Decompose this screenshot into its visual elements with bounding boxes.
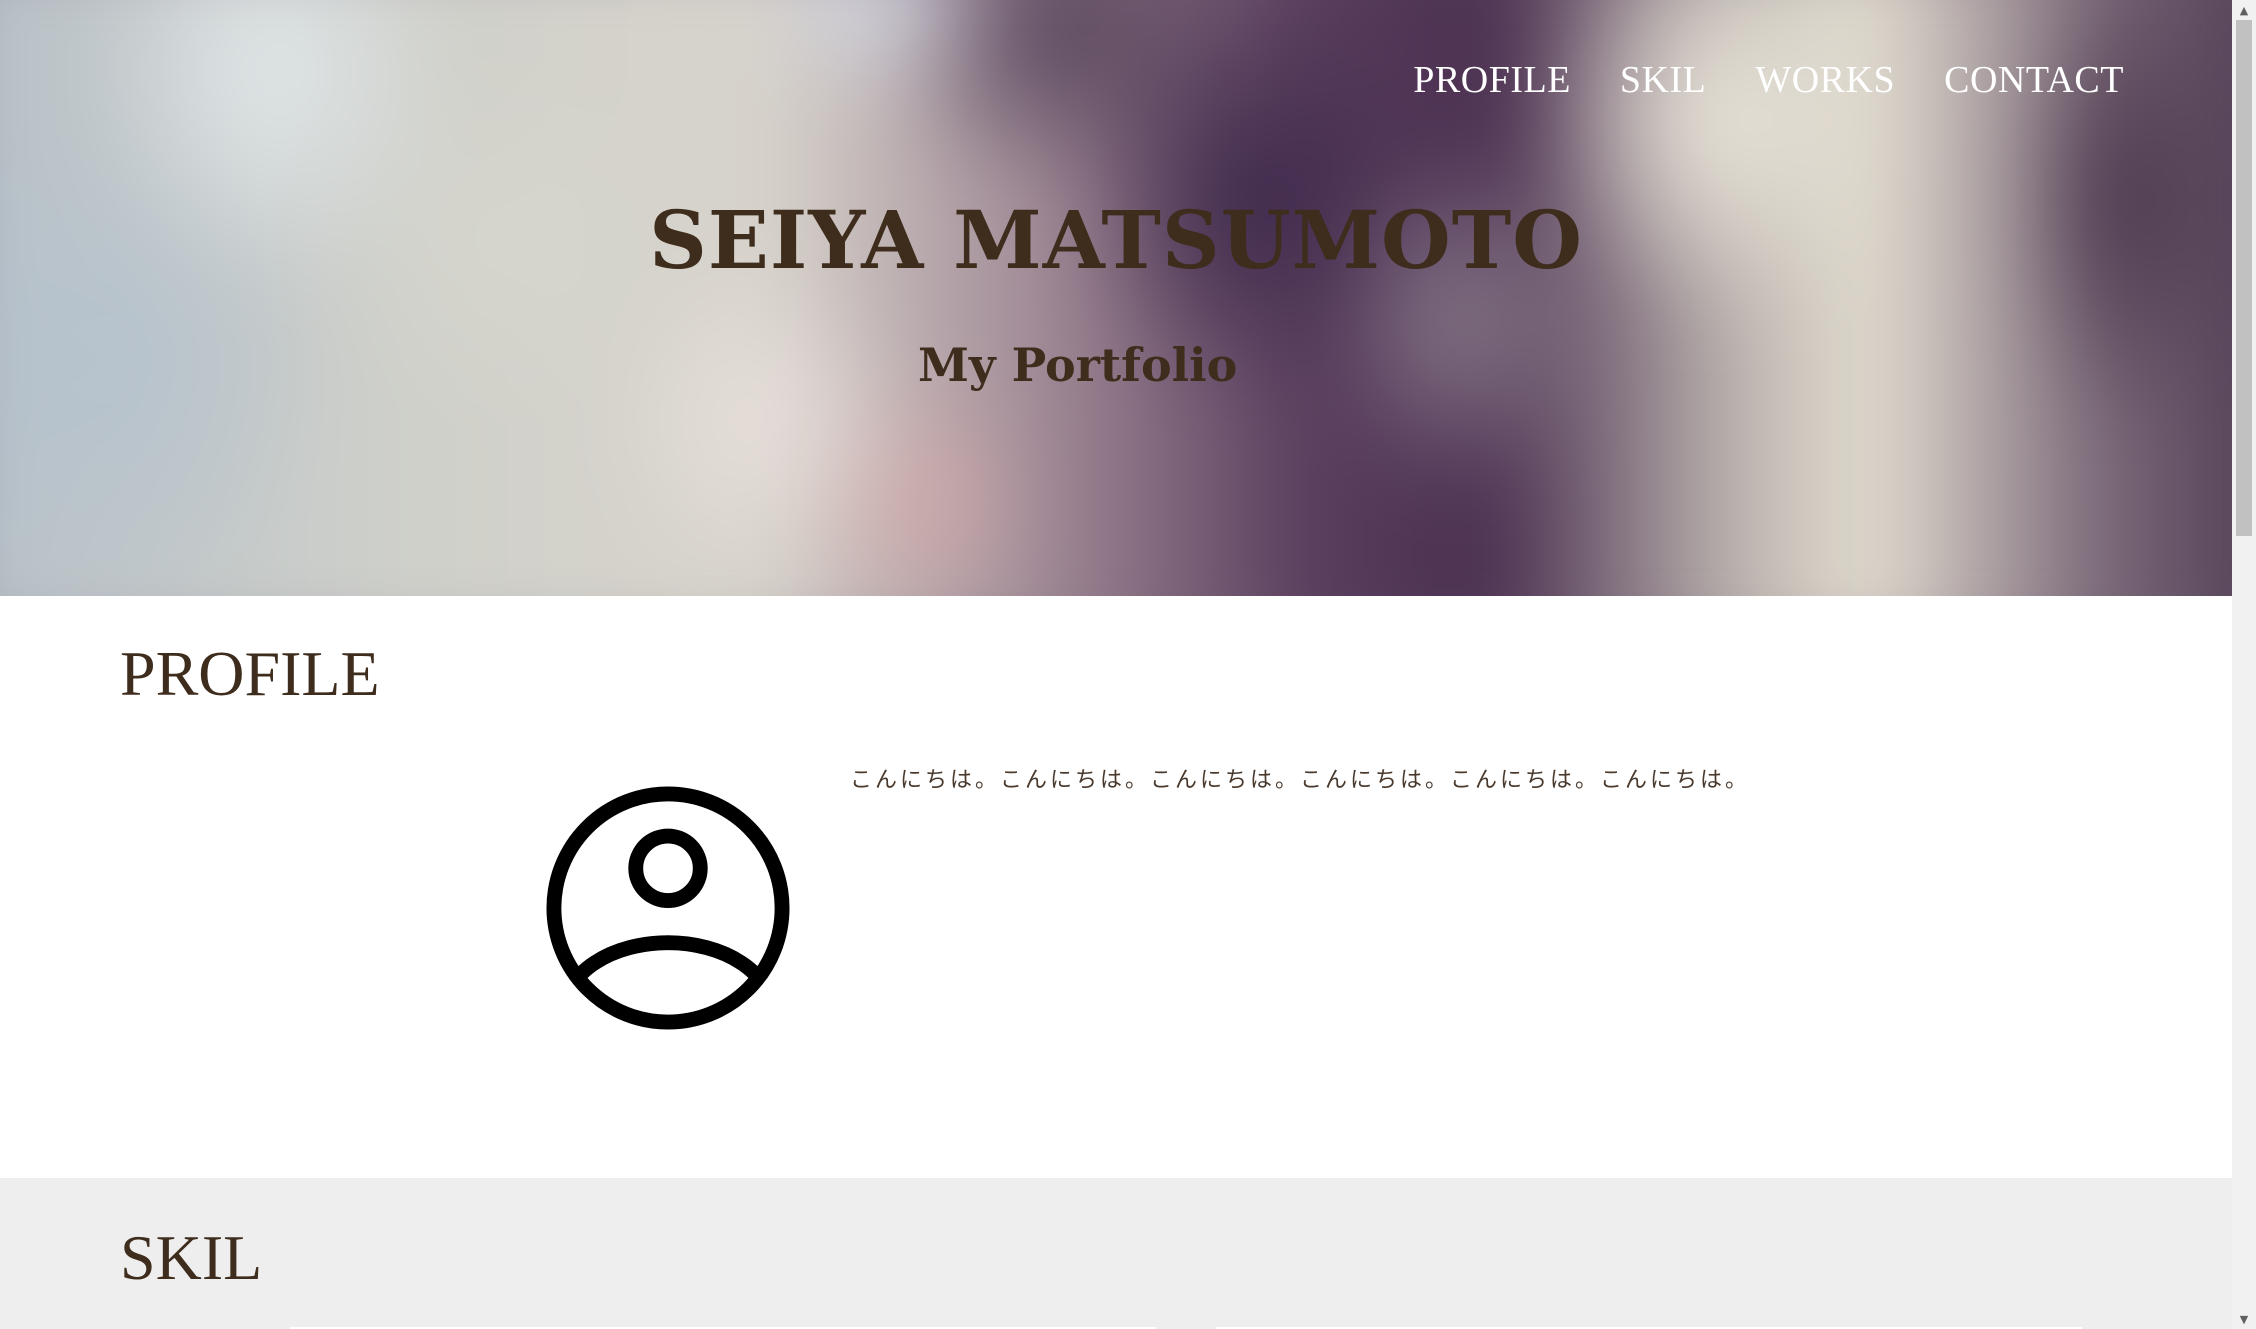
site-subtitle: My Portfolio (918, 338, 1238, 392)
scrollbar-thumb[interactable] (2236, 20, 2252, 536)
profile-heading: PROFILE (120, 638, 380, 709)
profile-section: PROFILE こんにちは。こんにちは。こんにちは。こんにちは。こんにちは。こん… (0, 596, 2232, 1178)
nav-link-contact[interactable]: CONTACT (1944, 58, 2124, 102)
nav-link-profile[interactable]: PROFILE (1413, 58, 1571, 102)
nav-link-skil[interactable]: SKIL (1620, 58, 1706, 102)
skil-section: SKIL (0, 1178, 2232, 1329)
profile-description: こんにちは。こんにちは。こんにちは。こんにちは。こんにちは。こんにちは。 (850, 768, 1751, 793)
site-title: SEIYA MATSUMOTO (649, 193, 1583, 287)
portfolio-page: PROFILE SKIL WORKS CONTACT SEIYA MATSUMO… (0, 0, 2232, 1329)
vertical-scrollbar[interactable]: ▲ ▼ (2232, 0, 2256, 1329)
scroll-down-arrow-icon[interactable]: ▼ (2232, 1309, 2256, 1329)
main-nav: PROFILE SKIL WORKS CONTACT (1413, 58, 2124, 102)
hero-header: PROFILE SKIL WORKS CONTACT SEIYA MATSUMO… (0, 0, 2232, 596)
user-circle-icon (546, 786, 790, 1030)
skil-heading: SKIL (120, 1222, 263, 1293)
nav-link-works[interactable]: WORKS (1755, 58, 1895, 102)
scroll-up-arrow-icon[interactable]: ▲ (2232, 0, 2256, 20)
